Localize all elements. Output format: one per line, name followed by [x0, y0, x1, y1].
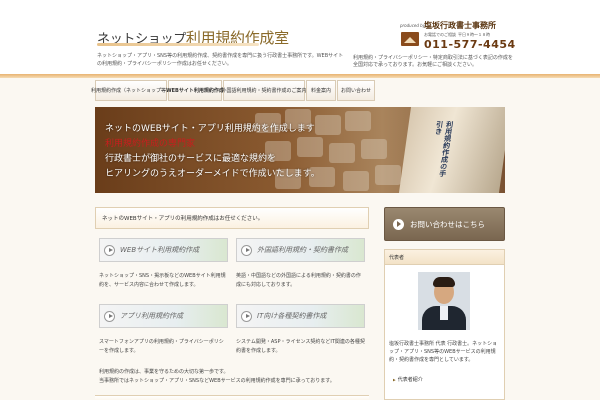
produced-by-label: produced by — [400, 23, 426, 28]
service-card-banner[interactable]: IT向け各種契約書作成 — [236, 304, 365, 328]
play-icon — [241, 310, 252, 322]
service-card-title: 外国語利用規約・契約書作成 — [257, 246, 348, 254]
photo-shirt — [440, 306, 448, 320]
hero-copy: ネットのWEBサイト・アプリ利用規約を作成します 利用規約作成の専門家 行政書士… — [105, 122, 320, 182]
profile-box: 代表者 塩坂行政書士事務所 代表 行政書士。ネットショップ・アプリ・SNS等のW… — [384, 249, 505, 400]
nav-item[interactable]: 料金案内 — [306, 80, 336, 101]
service-card-desc: ネットショップ・SNS・掲示板などのWEBサイト利用規約を、サービス内容に合わせ… — [99, 273, 226, 288]
service-card-banner[interactable]: アプリ利用規約作成 — [99, 304, 228, 328]
profile-text: 塩坂行政書士事務所 代表 行政書士。ネットショップ・アプリ・SNS等のWEBサー… — [389, 341, 498, 363]
service-card-title: IT向け各種契約書作成 — [257, 312, 327, 320]
office-logo-icon — [401, 32, 419, 46]
nav-item[interactable]: WEBサイト利用規約作成 — [166, 80, 224, 101]
book-title: 利用規約作成の手引き — [434, 121, 455, 177]
service-card-banner[interactable]: 外国語利用規約・契約書作成 — [236, 238, 365, 262]
section-bottom-bar — [95, 395, 369, 400]
contact-button[interactable]: お問い合わせはこちら — [384, 207, 505, 241]
hero-line-1: ネットのWEBサイト・アプリ利用規約を作成します — [105, 124, 315, 134]
main-footer-line-2: 当事務所ではネットショップ・アプリ・SNSなどWEBサービスの利用規約作成を専門… — [99, 378, 335, 384]
profile-heading: 代表者 — [385, 250, 504, 265]
hero-banner: 利用規約作成の手引き ネットのWEBサイト・アプリ利用規約を作成します 利用規約… — [95, 107, 505, 193]
profile-link[interactable]: 代表者紹介 — [393, 376, 423, 383]
service-card-banner[interactable]: WEBサイト利用規約作成 — [99, 238, 228, 262]
main-content: ネットのWEBサイト・アプリの利用規約作成はお任せください。 WEBサイト利用規… — [95, 207, 369, 400]
play-icon — [104, 310, 115, 322]
title-underline — [97, 43, 259, 46]
service-card[interactable]: アプリ利用規約作成 スマートフォンアプリの利用規約・プライバシーポリシーを作成し… — [99, 304, 228, 362]
office-name: 塩坂行政書士事務所 — [424, 21, 496, 30]
service-card[interactable]: IT向け各種契約書作成 システム開発・ASP・ライセンス契約などIT関連の各種契… — [236, 304, 365, 362]
global-nav: 利用規約作成（ネットショップ等） WEBサイト利用規約作成 外国語利用規約・契約書作… — [91, 80, 376, 101]
nav-item[interactable]: 外国語利用規約・契約書作成のご案内 — [222, 80, 307, 101]
nav-item[interactable]: お問い合わせ — [337, 80, 375, 101]
office-phone[interactable]: 011-577-4454 — [424, 38, 516, 51]
book-image: 利用規約作成の手引き — [398, 107, 505, 193]
arrow-circle-icon — [393, 218, 404, 230]
section-title: ネットのWEBサイト・アプリの利用規約作成はお任せください。 — [95, 207, 369, 229]
site-header: ネットショップ利用規約作成室 ネットショップ・アプリ・SNS等の利用規約作成、契… — [0, 0, 600, 77]
service-card[interactable]: 外国語利用規約・契約書作成 英語・中国語などの外国語による利用規約・契約書の作成… — [236, 238, 365, 296]
play-icon — [104, 244, 115, 256]
hero-line-3: 行政書士が御社のサービスに最適な規約を — [105, 154, 277, 164]
service-card-title: WEBサイト利用規約作成 — [120, 246, 200, 254]
profile-photo — [418, 272, 470, 330]
service-card-desc: スマートフォンアプリの利用規約・プライバシーポリシーを作成します。 — [99, 339, 224, 354]
sidebar: お問い合わせはこちら 代表者 塩坂行政書士事務所 代表 行政書士。ネットショップ… — [384, 207, 505, 400]
site-description: ネットショップ・アプリ・SNS等の利用規約作成、契約書作成を専門に扱う行政書士事… — [97, 53, 344, 67]
hero-line-4: ヒアリングのうえオーダーメイドで作成いたします。 — [105, 169, 320, 179]
service-card-desc: システム開発・ASP・ライセンス契約などIT関連の各種契約書を作成します。 — [236, 339, 365, 354]
hero-line-2: 利用規約作成の専門家 — [105, 139, 196, 149]
contact-button-label: お問い合わせはこちら — [410, 219, 485, 229]
service-card-title: アプリ利用規約作成 — [120, 312, 183, 320]
service-card[interactable]: WEBサイト利用規約作成 ネットショップ・SNS・掲示板などのWEBサイト利用規… — [99, 238, 228, 296]
header-rule — [0, 74, 600, 78]
header-note: 利用規約・プライバシーポリシー・特定商取引法に基づく表記の作成を全国対応で承って… — [353, 55, 513, 68]
office-badge[interactable]: produced by 塩坂行政書士事務所 お電話でのご相談 平日９時～１８時 … — [398, 18, 518, 58]
nav-item[interactable]: 利用規約作成（ネットショップ等） — [91, 80, 171, 101]
photo-hair — [433, 277, 455, 287]
main-footer-line-1: 利用規約の作成は、事業を守るための大切な第一歩です。 — [99, 369, 229, 375]
play-icon — [241, 244, 252, 256]
service-card-desc: 英語・中国語などの外国語による利用規約・契約書の作成にも対応しております。 — [236, 273, 361, 288]
